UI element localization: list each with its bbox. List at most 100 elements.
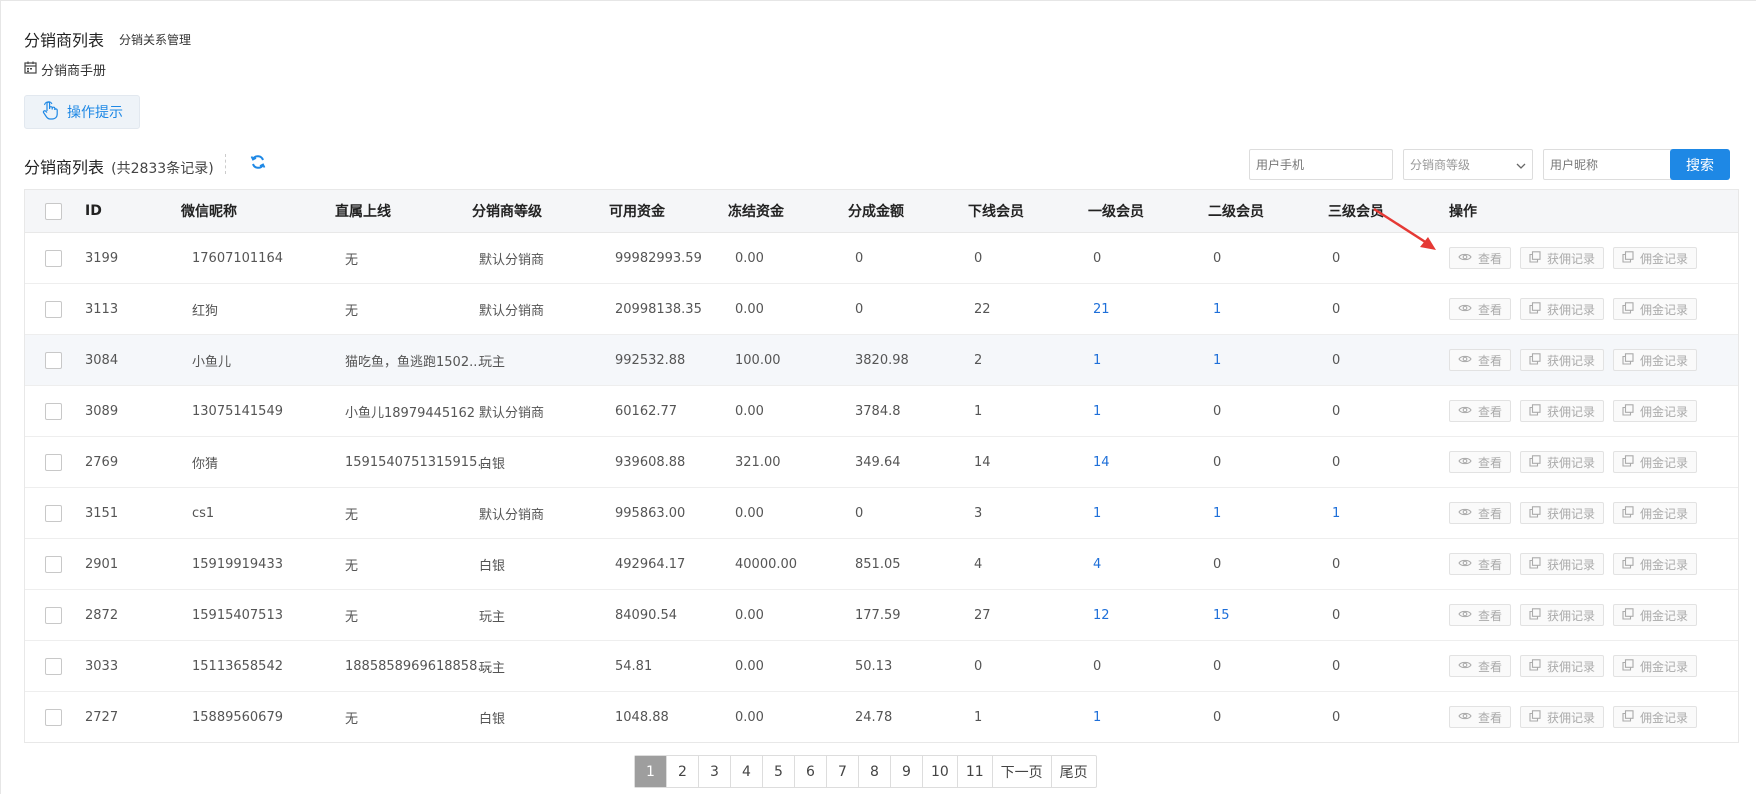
cell-level2[interactable]: 1 (1213, 335, 1221, 385)
cell-level1[interactable]: 1 (1093, 488, 1101, 538)
page-3-button[interactable]: 3 (699, 756, 731, 787)
earn-record-label: 获佣记录 (1547, 710, 1596, 725)
row-checkbox[interactable] (45, 692, 62, 742)
view-button[interactable]: 查看 (1449, 400, 1512, 422)
cell-id: 2901 (85, 556, 119, 572)
cell-share: 3820.98 (855, 352, 909, 368)
cell-level: 玩主 (479, 609, 506, 625)
row-checkbox[interactable] (45, 539, 62, 589)
earn-record-button[interactable]: 获佣记录 (1520, 349, 1605, 371)
page-8-button[interactable]: 8 (859, 756, 891, 787)
cell-level1[interactable]: 1 (1093, 335, 1101, 385)
row-checkbox[interactable] (45, 437, 62, 487)
earn-record-button[interactable]: 获佣记录 (1520, 502, 1605, 524)
row-checkbox[interactable] (45, 641, 62, 691)
refresh-icon[interactable] (250, 154, 268, 172)
earn-record-button[interactable]: 获佣记录 (1520, 451, 1605, 473)
page-2-button[interactable]: 2 (667, 756, 699, 787)
cell-level1[interactable]: 21 (1093, 284, 1110, 334)
cell-nickname: 你猜 (192, 456, 219, 472)
view-button[interactable]: 查看 (1449, 298, 1512, 320)
cell-level1[interactable]: 1 (1093, 386, 1101, 436)
row-checkbox[interactable] (45, 386, 62, 436)
cell-level: 玩主 (479, 660, 506, 676)
cell-level1[interactable]: 4 (1093, 539, 1101, 589)
manual-link[interactable]: 分销商手册 (24, 60, 106, 79)
cell-share: 50.13 (855, 658, 893, 674)
cell-level2[interactable]: 1 (1213, 488, 1221, 538)
cell-downline: 0 (974, 658, 983, 674)
cell-level2[interactable]: 1 (1213, 284, 1221, 334)
page-6-button[interactable]: 6 (795, 756, 827, 787)
row-checkbox[interactable] (45, 488, 62, 538)
earn-record-button[interactable]: 获佣记录 (1520, 706, 1605, 728)
page-5-button[interactable]: 5 (763, 756, 795, 787)
commission-record-button[interactable]: 佣金记录 (1613, 298, 1698, 320)
next-page-button[interactable]: 下一页 (993, 756, 1052, 787)
copy-icon (1529, 403, 1541, 419)
page-10-button[interactable]: 10 (923, 756, 958, 787)
view-button[interactable]: 查看 (1449, 706, 1512, 728)
row-actions: 查看 获佣记录 佣金记录 (1449, 233, 1698, 283)
tips-button-label: 操作提示 (67, 105, 123, 121)
eye-icon (1458, 455, 1472, 469)
tips-button[interactable]: 操作提示 (24, 95, 140, 129)
page-11-button[interactable]: 11 (958, 756, 993, 787)
cell-level1[interactable]: 14 (1093, 437, 1110, 487)
level-select[interactable]: 分销商等级 (1403, 149, 1533, 180)
row-checkbox[interactable] (45, 590, 62, 640)
view-button[interactable]: 查看 (1449, 349, 1512, 371)
commission-record-button[interactable]: 佣金记录 (1613, 400, 1698, 422)
earn-record-button[interactable]: 获佣记录 (1520, 400, 1605, 422)
nickname-search-input[interactable]: 用户昵称 (1543, 149, 1686, 180)
last-page-button[interactable]: 尾页 (1052, 756, 1096, 787)
view-button[interactable]: 查看 (1449, 655, 1512, 677)
view-button[interactable]: 查看 (1449, 553, 1512, 575)
cell-level1[interactable]: 1 (1093, 692, 1101, 742)
view-button[interactable]: 查看 (1449, 604, 1512, 626)
commission-record-button[interactable]: 佣金记录 (1613, 604, 1698, 626)
view-button[interactable]: 查看 (1449, 502, 1512, 524)
view-button[interactable]: 查看 (1449, 451, 1512, 473)
page-9-button[interactable]: 9 (891, 756, 923, 787)
cell-level: 白银 (479, 456, 506, 472)
table-row: 3199 17607101164 无 默认分销商 99982993.59 0.00 0 0 0 0… (25, 233, 1738, 284)
commission-record-button[interactable]: 佣金记录 (1613, 553, 1698, 575)
cell-nickname: 15919919433 (192, 556, 283, 572)
earn-record-button[interactable]: 获佣记录 (1520, 298, 1605, 320)
earn-record-button[interactable]: 获佣记录 (1520, 247, 1605, 269)
commission-record-button[interactable]: 佣金记录 (1613, 502, 1698, 524)
earn-record-button[interactable]: 获佣记录 (1520, 553, 1605, 575)
cell-parent: 1885858969618858... (345, 658, 490, 674)
row-checkbox[interactable] (45, 233, 62, 283)
commission-record-button[interactable]: 佣金记录 (1613, 706, 1698, 728)
phone-search-input[interactable]: 用户手机 (1249, 149, 1393, 180)
select-all-checkbox[interactable] (45, 190, 62, 232)
cell-level1[interactable]: 12 (1093, 590, 1110, 640)
commission-record-label: 佣金记录 (1640, 710, 1689, 725)
commission-record-button[interactable]: 佣金记录 (1613, 349, 1698, 371)
col-nickname: 微信昵称 (181, 204, 237, 220)
commission-record-button[interactable]: 佣金记录 (1613, 247, 1698, 269)
table-row: 2872 15915407513 无 玩主 84090.54 0.00 177.59 27 12… (25, 590, 1738, 641)
row-checkbox[interactable] (45, 335, 62, 385)
copy-icon (1529, 301, 1541, 317)
cell-level: 玩主 (479, 354, 506, 370)
copy-icon (1529, 352, 1541, 368)
page-4-button[interactable]: 4 (731, 756, 763, 787)
search-button[interactable]: 搜索 (1670, 149, 1730, 180)
cell-level2[interactable]: 15 (1213, 590, 1230, 640)
page-7-button[interactable]: 7 (827, 756, 859, 787)
cell-id: 2727 (85, 709, 119, 725)
view-button[interactable]: 查看 (1449, 247, 1512, 269)
earn-record-button[interactable]: 获佣记录 (1520, 655, 1605, 677)
col-frozen: 冻结资金 (728, 204, 784, 220)
cell-level3[interactable]: 1 (1332, 488, 1340, 538)
commission-record-button[interactable]: 佣金记录 (1613, 451, 1698, 473)
page-subtitle: 分销关系管理 (119, 33, 192, 47)
row-checkbox[interactable] (45, 284, 62, 334)
commission-record-button[interactable]: 佣金记录 (1613, 655, 1698, 677)
page-1-button[interactable]: 1 (635, 756, 667, 787)
copy-icon (1529, 556, 1541, 572)
earn-record-button[interactable]: 获佣记录 (1520, 604, 1605, 626)
